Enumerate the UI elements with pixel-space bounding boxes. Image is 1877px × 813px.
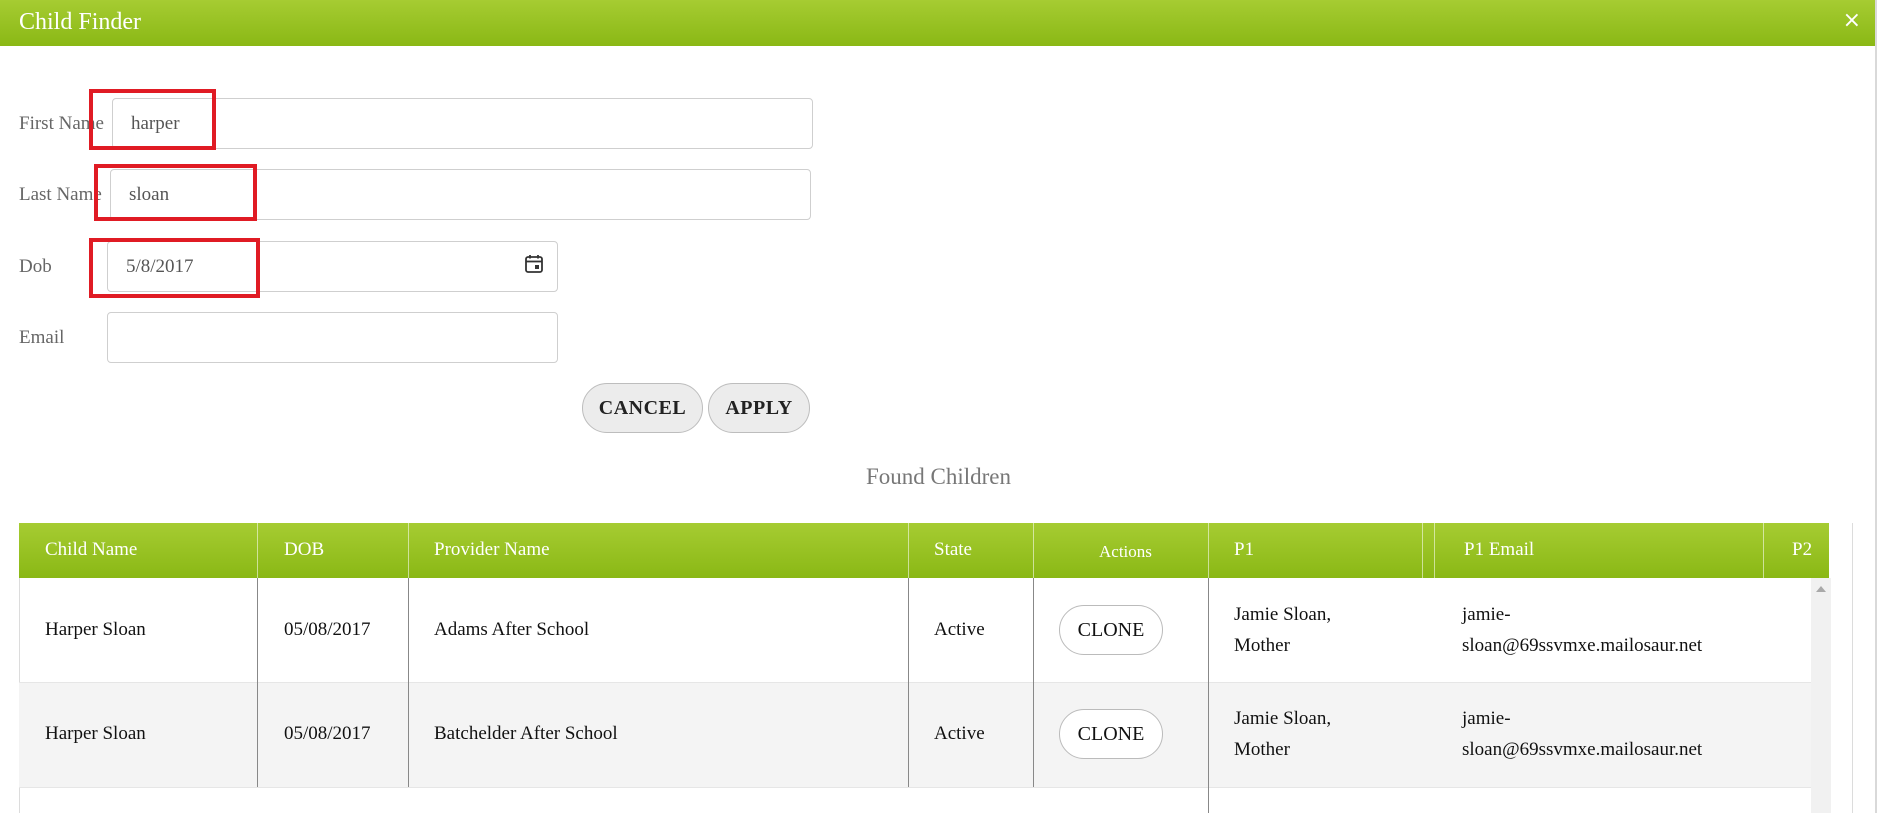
cell-p1-email: jamie- sloan@69ssvmxe.mailosaur.net <box>1462 703 1702 765</box>
col-dob[interactable]: DOB <box>284 539 324 561</box>
header-divider <box>1422 523 1423 578</box>
column-divider <box>408 578 409 787</box>
title-bar: Child Finder × <box>0 0 1875 46</box>
dob-input[interactable] <box>107 241 558 292</box>
first-name-label: First Name <box>19 113 104 134</box>
email-input[interactable] <box>107 312 558 363</box>
cell-state: Active <box>934 723 985 744</box>
email-label: Email <box>19 327 65 348</box>
header-divider <box>908 523 909 578</box>
last-name-label: Last Name <box>19 184 102 205</box>
cell-p1: Jamie Sloan, Mother <box>1234 599 1331 661</box>
p1-name: Jamie Sloan, <box>1234 708 1332 729</box>
header-divider <box>1763 523 1764 578</box>
column-divider <box>1033 578 1034 787</box>
col-child-name[interactable]: Child Name <box>45 539 137 561</box>
column-divider <box>908 578 909 787</box>
last-name-input[interactable] <box>110 169 811 220</box>
header-divider <box>408 523 409 578</box>
col-provider-name[interactable]: Provider Name <box>434 539 550 561</box>
first-name-input[interactable] <box>112 98 813 149</box>
header-divider <box>1434 523 1435 578</box>
dob-label: Dob <box>19 256 52 277</box>
col-p2[interactable]: P2 <box>1792 539 1812 561</box>
column-divider <box>257 578 258 787</box>
cell-dob: 05/08/2017 <box>284 619 371 640</box>
header-divider <box>1208 523 1209 578</box>
dob-date-picker[interactable] <box>107 241 558 292</box>
table-row: Harper Sloan 05/08/2017 Adams After Scho… <box>19 578 1831 683</box>
child-finder-dialog: Child Finder × First Name Last Name Dob … <box>0 0 1877 813</box>
cell-dob: 05/08/2017 <box>284 723 371 744</box>
cell-child-name: Harper Sloan <box>45 619 146 640</box>
p1-relation: Mother <box>1234 739 1290 760</box>
table-header: Child Name DOB Provider Name State Actio… <box>19 523 1829 578</box>
p1-email-line-2: sloan@69ssvmxe.mailosaur.net <box>1462 739 1703 760</box>
cell-provider: Batchelder After School <box>434 723 618 744</box>
p1-email-line-1: jamie- <box>1462 708 1511 729</box>
p1-email-line-1: jamie- <box>1462 604 1511 625</box>
p1-relation: Mother <box>1234 635 1290 656</box>
col-state[interactable]: State <box>934 539 972 561</box>
cancel-button[interactable]: CANCEL <box>582 383 703 433</box>
clone-button[interactable]: CLONE <box>1059 709 1163 759</box>
close-icon[interactable]: × <box>1843 8 1861 34</box>
calendar-icon[interactable] <box>524 254 544 274</box>
col-p1[interactable]: P1 <box>1234 539 1254 561</box>
col-p1-email[interactable]: P1 Email <box>1464 539 1534 561</box>
cell-state: Active <box>934 619 985 640</box>
apply-button[interactable]: APPLY <box>708 383 810 433</box>
clone-button[interactable]: CLONE <box>1059 605 1163 655</box>
col-actions: Actions <box>1099 542 1152 561</box>
p1-name: Jamie Sloan, <box>1234 604 1332 625</box>
results-table: Child Name DOB Provider Name State Actio… <box>19 523 1853 813</box>
cell-p1-email: jamie- sloan@69ssvmxe.mailosaur.net <box>1462 599 1702 661</box>
cell-child-name: Harper Sloan <box>45 723 146 744</box>
column-divider <box>1208 578 1209 813</box>
found-children-title: Found Children <box>865 464 1012 489</box>
p1-email-line-2: sloan@69ssvmxe.mailosaur.net <box>1462 635 1703 656</box>
scroll-up-arrow-icon[interactable] <box>1816 586 1826 592</box>
header-divider <box>1033 523 1034 578</box>
dialog-title: Child Finder <box>19 9 142 35</box>
table-right-border <box>1852 523 1853 813</box>
table-row: Harper Sloan 05/08/2017 Batchelder After… <box>19 683 1831 788</box>
header-divider <box>257 523 258 578</box>
table-scrollbar[interactable] <box>1811 578 1831 813</box>
cell-provider: Adams After School <box>434 619 590 640</box>
cell-p1: Jamie Sloan, Mother <box>1234 703 1331 765</box>
